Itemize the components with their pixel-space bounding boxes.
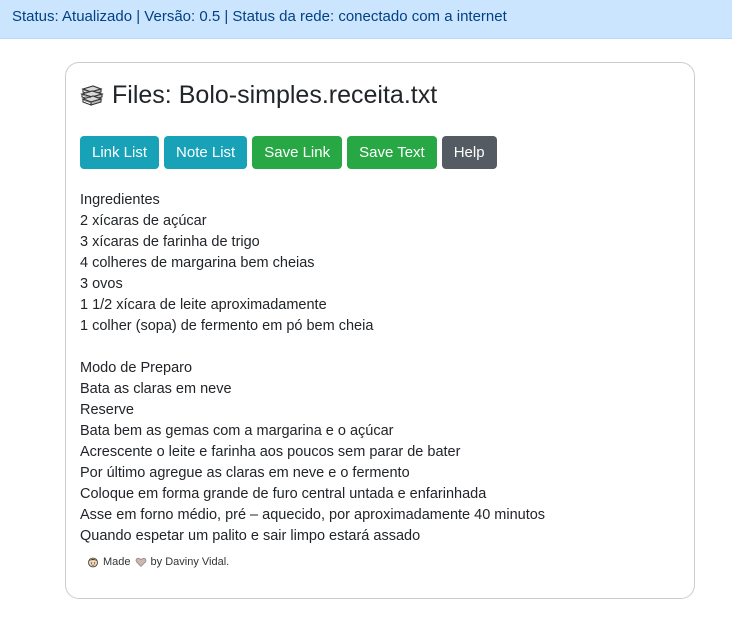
content-line: 3 xícaras de farinha de trigo	[80, 234, 260, 250]
content-line: Ingredientes	[80, 192, 160, 208]
toolbar: Link List Note List Save Link Save Text …	[80, 136, 497, 169]
footer-author: by Daviny Vidal.	[150, 556, 230, 568]
content-line: 1 1/2 xícara de leite aproximadamente	[80, 297, 327, 313]
link-list-button[interactable]: Link List	[80, 136, 160, 169]
person-icon	[87, 556, 99, 568]
note-list-button[interactable]: Note List	[164, 136, 248, 169]
footer-credit: Made by Daviny Vidal.	[87, 555, 229, 569]
content-line: Modo de Preparo	[80, 360, 193, 376]
title-prefix: Files:	[112, 81, 172, 109]
content-line: Por último agregue as claras em neve e o…	[80, 465, 410, 481]
content-line: Reserve	[80, 402, 134, 418]
save-text-button[interactable]: Save Text	[347, 136, 437, 169]
content-line: 4 colheres de margarina bem cheias	[80, 255, 315, 271]
content-line: Quando espetar um palito e sair limpo es…	[80, 528, 421, 544]
content-line: Coloque em forma grande de furo central …	[80, 486, 487, 502]
content-line: Bata as claras em neve	[80, 381, 232, 397]
footer-made: Made	[103, 556, 131, 568]
books-icon	[80, 83, 104, 107]
content-line	[80, 337, 545, 358]
content-line: 1 colher (sopa) de fermento em pó bem ch…	[80, 318, 374, 334]
file-name: Bolo-simples.receita.txt	[178, 81, 438, 109]
content-line: Acrescente o leite e farinha aos poucos …	[80, 444, 461, 460]
content-line: 2 xícaras de açúcar	[80, 213, 207, 229]
content-line: 3 ovos	[80, 276, 123, 292]
save-link-button[interactable]: Save Link	[252, 136, 343, 169]
file-card: Files: Bolo-simples.receita.txt Link Lis…	[65, 62, 695, 599]
file-content[interactable]: Ingredientes 2 xícaras de açúcar 3 xícar…	[80, 190, 545, 547]
page-title: Files: Bolo-simples.receita.txt	[80, 80, 437, 110]
content-line: Bata bem as gemas com a margarina e o aç…	[80, 423, 394, 439]
help-button[interactable]: Help	[441, 136, 497, 169]
status-text: Status: Atualizado | Versão: 0.5 | Statu…	[12, 8, 507, 25]
heart-icon	[135, 556, 147, 568]
status-bar: Status: Atualizado | Versão: 0.5 | Statu…	[0, 0, 732, 39]
content-line: Asse em forno médio, pré – aquecido, por…	[80, 507, 546, 523]
